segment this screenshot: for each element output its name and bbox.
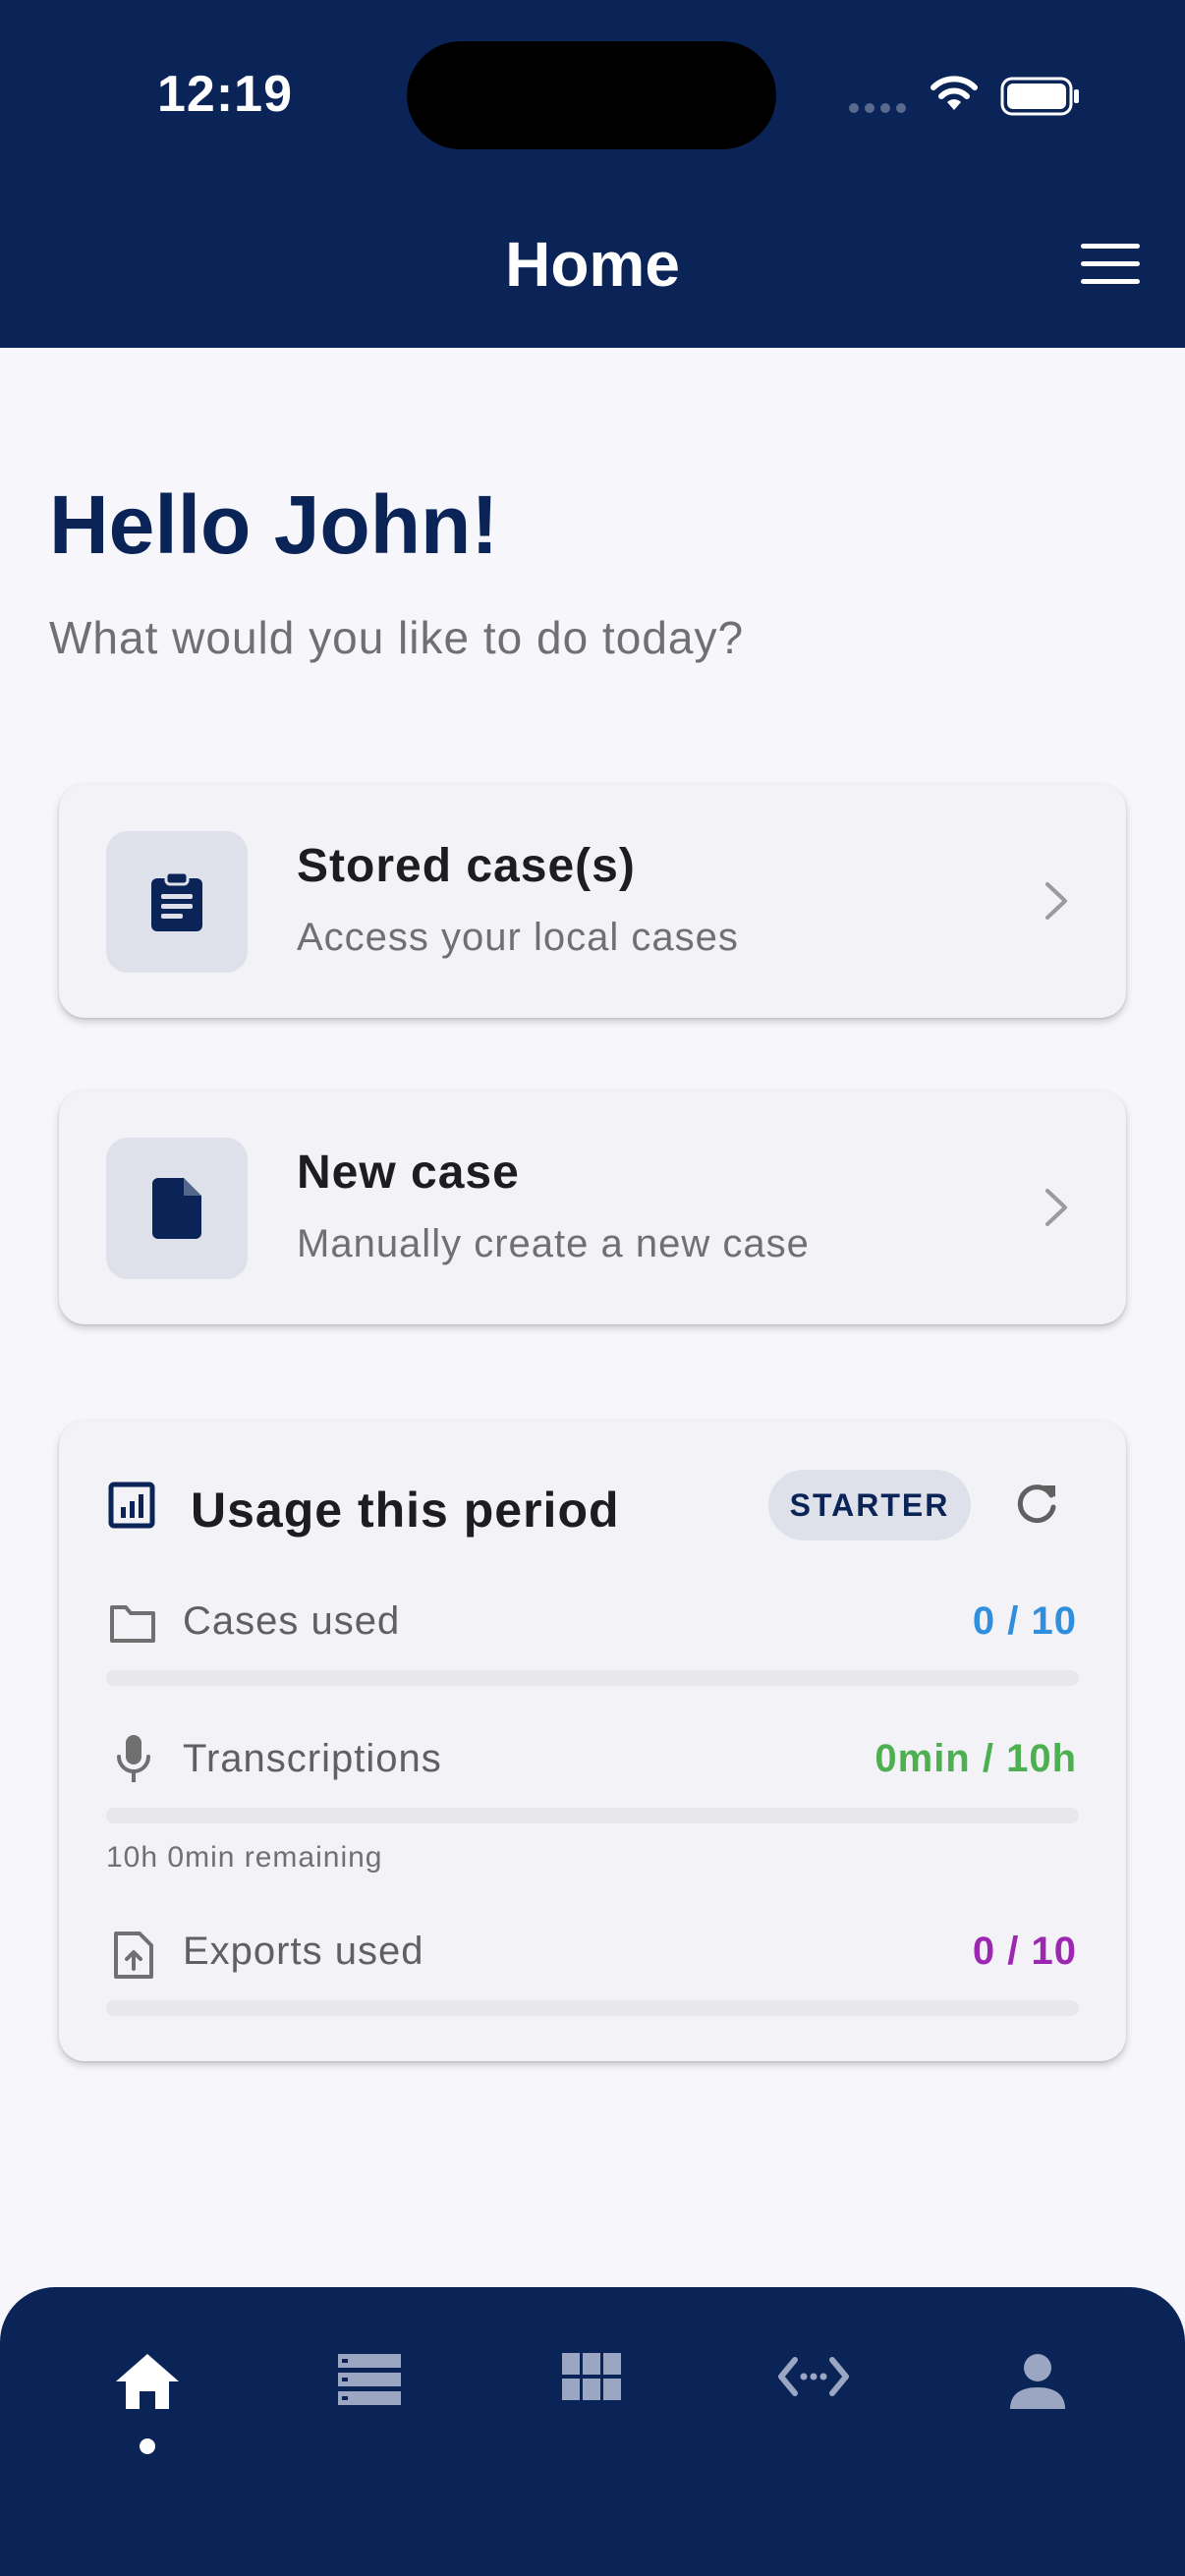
bar-chart-icon <box>108 1482 155 1529</box>
microphone-icon <box>117 1735 150 1782</box>
new-case-card[interactable]: New case Manually create a new case <box>59 1091 1126 1324</box>
file-upload-icon <box>114 1932 153 1979</box>
plan-badge: STARTER <box>768 1470 971 1540</box>
transcriptions-label: Transcriptions <box>183 1737 442 1780</box>
chevron-right-icon <box>1045 1189 1067 1226</box>
grid-icon <box>562 2353 621 2400</box>
page-title: Home <box>505 229 680 300</box>
nav-list[interactable] <box>310 2352 428 2470</box>
list-icon <box>338 2354 401 2405</box>
greeting-subtitle: What would you like to do today? <box>49 612 745 663</box>
exports-used-value: 0 / 10 <box>972 1930 1077 1973</box>
menu-button[interactable] <box>1081 244 1140 287</box>
active-indicator <box>140 2438 155 2454</box>
dynamic-island <box>407 41 776 149</box>
cases-used-value: 0 / 10 <box>972 1599 1077 1643</box>
nav-code[interactable] <box>755 2352 873 2470</box>
code-icon <box>778 2357 849 2396</box>
nav-profile[interactable] <box>979 2352 1097 2470</box>
stored-cases-card[interactable]: Stored case(s) Access your local cases <box>59 784 1126 1018</box>
nav-grid[interactable] <box>533 2352 650 2470</box>
new-case-subtitle: Manually create a new case <box>297 1222 810 1265</box>
stored-cases-title: Stored case(s) <box>297 840 636 892</box>
transcriptions-progress <box>106 1808 1079 1823</box>
new-case-title: New case <box>297 1147 520 1199</box>
exports-used-label: Exports used <box>183 1930 424 1973</box>
battery-icon <box>1000 77 1079 116</box>
document-icon <box>106 1138 248 1279</box>
cases-used-progress <box>106 1670 1079 1686</box>
refresh-icon[interactable] <box>1012 1480 1061 1529</box>
greeting-title: Hello John! <box>49 478 499 571</box>
home-icon <box>116 2354 179 2409</box>
clipboard-icon <box>106 831 248 973</box>
status-time: 12:19 <box>157 66 293 123</box>
exports-used-progress <box>106 2000 1079 2016</box>
folder-icon <box>110 1605 155 1643</box>
transcriptions-value: 0min / 10h <box>875 1737 1077 1780</box>
remaining-note: 10h 0min remaining <box>106 1841 383 1874</box>
cases-used-label: Cases used <box>183 1599 401 1643</box>
chevron-right-icon <box>1045 882 1067 920</box>
usage-title: Usage this period <box>191 1483 620 1538</box>
stored-cases-subtitle: Access your local cases <box>297 916 739 959</box>
app-header: 12:19 Home <box>0 0 1185 348</box>
usage-card: Usage this period STARTER Cases used 0 /… <box>59 1421 1126 2061</box>
person-icon <box>1010 2354 1065 2409</box>
wifi-icon <box>931 76 978 110</box>
bottom-navigation <box>0 2287 1185 2576</box>
cellular-signal-icon <box>849 103 906 113</box>
